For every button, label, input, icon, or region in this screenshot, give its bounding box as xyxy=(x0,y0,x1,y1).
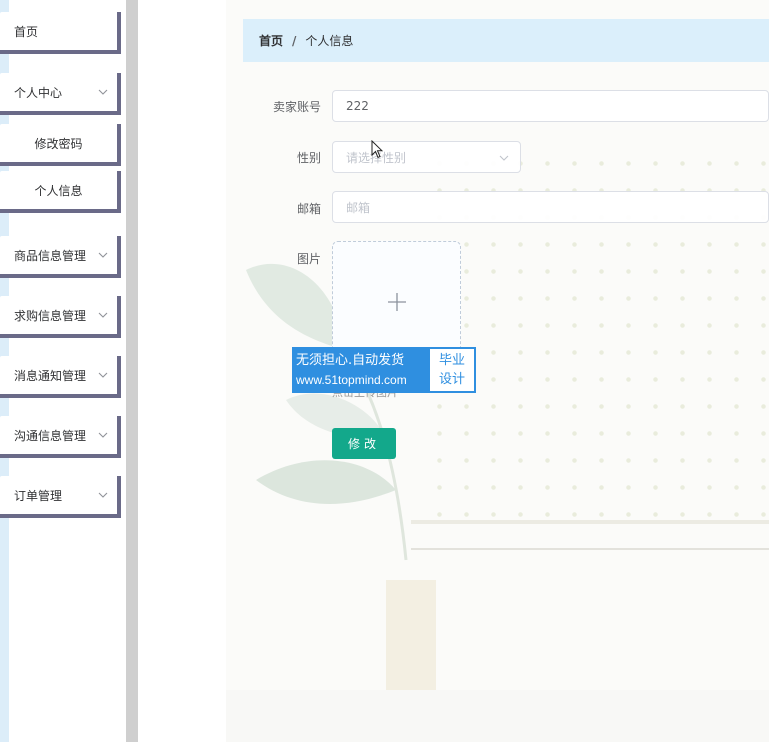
background-box xyxy=(386,580,436,695)
chevron-down-icon xyxy=(98,492,108,498)
gender-label: 性别 xyxy=(296,151,321,165)
image-uploader[interactable] xyxy=(332,241,461,361)
chevron-down-icon xyxy=(98,372,108,378)
watermark-text-block: 无须担心.自动发货 www.51topmind.com xyxy=(292,347,428,393)
account-field[interactable]: 222 xyxy=(332,90,769,122)
sidebar-item-label: 消息通知管理 xyxy=(14,368,87,383)
chevron-down-icon xyxy=(98,312,108,318)
watermark-badge: 毕业 设计 xyxy=(428,347,476,393)
sidebar-item-personal-info[interactable]: 个人信息 xyxy=(0,171,121,213)
email-label: 邮箱 xyxy=(296,202,321,216)
watermark-slogan: 无须担心.自动发货 xyxy=(296,353,405,368)
sidebar-item-personal-center[interactable]: 个人中心 xyxy=(0,73,121,115)
background-floor xyxy=(226,690,769,742)
sidebar-item-label: 商品信息管理 xyxy=(14,248,87,263)
breadcrumb: 首页 / 个人信息 xyxy=(243,19,769,62)
sidebar-item-label: 首页 xyxy=(14,24,39,39)
breadcrumb-separator: / xyxy=(292,33,297,48)
sidebar-item-label: 求购信息管理 xyxy=(14,308,87,323)
watermark-banner: 无须担心.自动发货 www.51topmind.com 毕业 设计 xyxy=(292,347,476,393)
watermark-url: www.51topmind.com xyxy=(296,373,407,387)
chevron-down-icon xyxy=(98,89,108,95)
chevron-down-icon xyxy=(98,252,108,258)
sidebar-item-change-password[interactable]: 修改密码 xyxy=(0,124,121,166)
chevron-down-icon xyxy=(499,155,509,161)
submit-button[interactable]: 修改 xyxy=(332,428,396,459)
breadcrumb-current: 个人信息 xyxy=(305,34,354,48)
mouse-cursor-icon xyxy=(371,140,383,159)
breadcrumb-home[interactable]: 首页 xyxy=(259,32,283,49)
sidebar-item-label: 个人中心 xyxy=(14,85,63,100)
sidebar-item-label: 订单管理 xyxy=(14,488,63,503)
email-field[interactable]: 邮箱 xyxy=(332,191,769,223)
chevron-down-icon xyxy=(98,432,108,438)
sidebar-item-communication-management[interactable]: 沟通信息管理 xyxy=(0,416,121,458)
gender-select[interactable]: 请选择性别 xyxy=(332,141,521,173)
sidebar-item-label: 沟通信息管理 xyxy=(14,428,87,443)
sidebar-scrollbar[interactable] xyxy=(126,0,138,742)
account-label: 卖家账号 xyxy=(272,100,321,114)
watermark-badge-line2: 设计 xyxy=(438,372,465,387)
watermark-badge-line1: 毕业 xyxy=(438,353,465,368)
background-line xyxy=(411,520,769,524)
sidebar-item-order-management[interactable]: 订单管理 xyxy=(0,476,121,518)
image-label: 图片 xyxy=(296,252,321,266)
background-line xyxy=(411,548,769,550)
plus-icon xyxy=(388,293,406,311)
sidebar-item-home[interactable]: 首页 xyxy=(0,12,121,54)
sidebar-item-label: 个人信息 xyxy=(34,183,83,198)
sidebar-item-purchase-request-management[interactable]: 求购信息管理 xyxy=(0,296,121,338)
sidebar-item-notification-management[interactable]: 消息通知管理 xyxy=(0,356,121,398)
sidebar-item-label: 修改密码 xyxy=(34,136,83,151)
sidebar-item-product-management[interactable]: 商品信息管理 xyxy=(0,236,121,278)
sidebar: 首页 个人中心 修改密码 个人信息 商品信息管理 求购信息管理 消息通知管理 沟… xyxy=(0,0,138,742)
